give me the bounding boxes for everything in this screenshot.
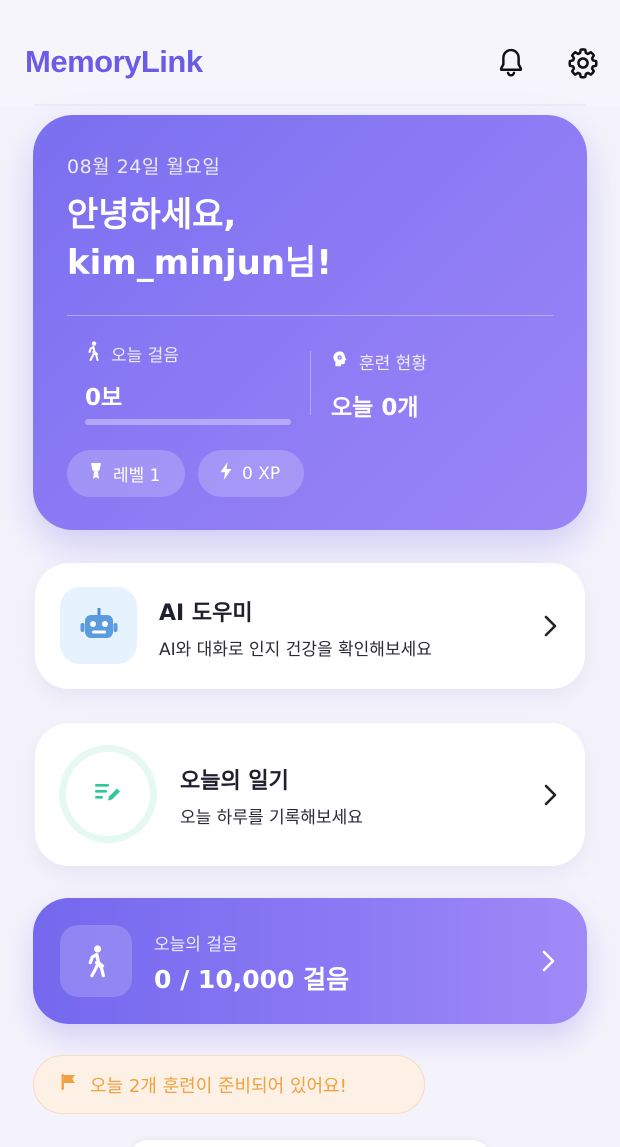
today-diary-card[interactable]: 오늘의 일기 오늘 하루를 기록해보세요	[35, 723, 585, 866]
notice-text: 오늘 2개 훈련이 준비되어 있어요!	[90, 1075, 347, 1097]
diary-card-title: 오늘의 일기	[180, 769, 289, 794]
chevron-right-icon	[537, 613, 563, 639]
today-steps-card[interactable]: 오늘의 걸음 0 / 10,000 걸음	[33, 898, 587, 1024]
xp-label: 0 XP	[242, 463, 281, 484]
brand-logo: MemoryLink	[25, 44, 203, 79]
training-value: 오늘 0개	[331, 395, 419, 421]
ai-assistant-card[interactable]: AI 도우미 AI와 대화로 인지 건강을 확인해보세요	[35, 563, 585, 689]
robot-icon	[60, 587, 137, 664]
gear-icon[interactable]	[566, 46, 600, 80]
chevron-right-icon	[535, 948, 561, 974]
bell-icon[interactable]	[494, 46, 528, 80]
flag-icon	[60, 1073, 78, 1096]
today-steps-stat: 오늘 걸음 0보	[85, 341, 291, 412]
diary-card-subtitle: 오늘 하루를 기록해보세요	[180, 808, 363, 828]
app-header: MemoryLink	[0, 0, 620, 106]
ai-card-subtitle: AI와 대화로 인지 건강을 확인해보세요	[159, 640, 432, 660]
walking-icon	[60, 925, 132, 997]
greeting-card: 08월 24일 월요일 안녕하세요, kim_minjun님! 오늘 걸음 0보	[33, 115, 587, 530]
home-screen: MemoryLink 08월 24일 월요일 안녕하세요, kim_minjun…	[0, 0, 620, 1147]
medal-icon	[89, 462, 103, 485]
steps-progress-bar	[85, 419, 291, 425]
ai-card-title: AI 도우미	[159, 601, 253, 626]
steps-card-label: 오늘의 걸음	[154, 935, 238, 955]
chevron-right-icon	[537, 782, 563, 808]
level-badge[interactable]: 레벨 1	[67, 450, 185, 497]
steps-card-value: 0 / 10,000 걸음	[154, 965, 350, 994]
training-notice-banner[interactable]: 오늘 2개 훈련이 준비되어 있어요!	[33, 1055, 425, 1114]
training-status-stat: 훈련 현황 오늘 0개	[331, 341, 427, 422]
diary-icon-ring	[59, 745, 157, 843]
edit-notes-icon	[94, 781, 122, 807]
today-date: 08월 24일 월요일	[67, 156, 221, 178]
steps-value: 0보	[85, 385, 123, 411]
greeting-line-1: 안녕하세요,	[67, 195, 237, 235]
brain-gear-icon	[331, 350, 349, 373]
xp-badge[interactable]: 0 XP	[198, 450, 304, 497]
hero-divider	[67, 315, 553, 316]
stat-separator	[310, 351, 311, 415]
greeting-line-2: kim_minjun님!	[67, 243, 332, 283]
steps-label: 오늘 걸음	[111, 346, 179, 366]
header-divider	[34, 104, 586, 106]
lightning-icon	[220, 462, 232, 485]
walking-icon	[85, 341, 101, 366]
training-label: 훈련 현황	[359, 354, 427, 374]
level-label: 레벨 1	[113, 466, 161, 486]
bottom-card-peek	[130, 1140, 490, 1147]
greeting-title: 안녕하세요, kim_minjun님!	[67, 191, 332, 287]
